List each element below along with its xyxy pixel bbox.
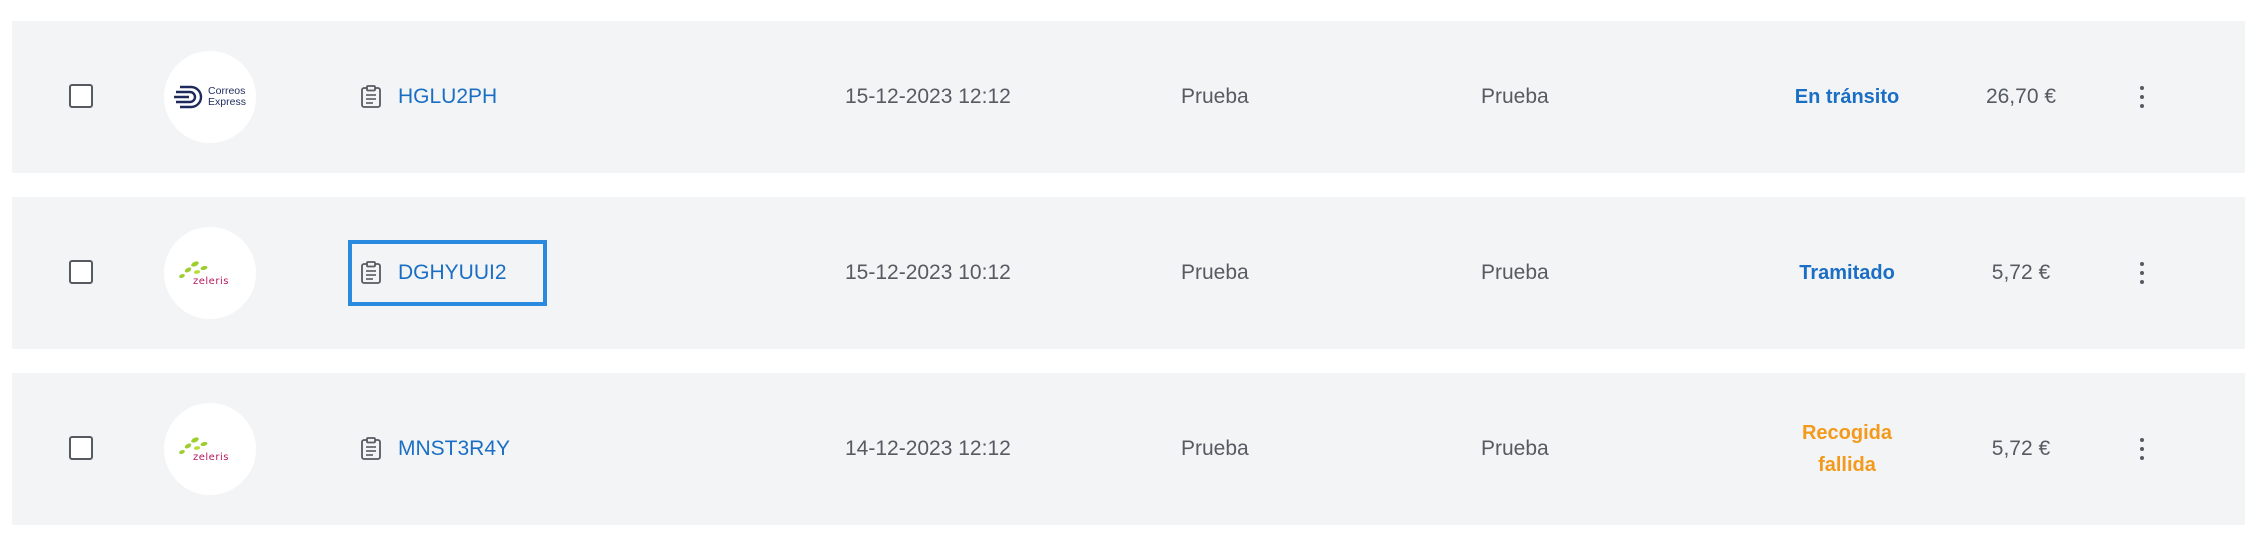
clipboard-icon xyxy=(361,437,381,460)
shipment-origin: Prueba xyxy=(1181,437,1249,460)
status-badge: Tramitado xyxy=(1799,262,1895,284)
correos-express-icon xyxy=(174,85,203,109)
zeleris-logo-icon: zeleris xyxy=(179,437,229,463)
shipment-destination: Prueba xyxy=(1481,261,1549,284)
row-checkbox[interactable] xyxy=(69,84,93,108)
tracking-link[interactable]: MNST3R4Y xyxy=(348,416,547,482)
tracking-link[interactable]: DGHYUUI2 xyxy=(348,240,547,306)
shipment-price: 26,70 € xyxy=(1985,85,2057,108)
carrier-logo-zeleris: zeleris xyxy=(164,227,256,319)
shipment-row: zeleris DGHYUUI2 15-12-2023 10:12 Prueba… xyxy=(12,197,2245,349)
carrier-logo-zeleris: zeleris xyxy=(164,403,256,495)
svg-text:zeleris: zeleris xyxy=(193,452,229,463)
shipment-destination: Prueba xyxy=(1481,437,1549,460)
tracking-link[interactable]: HGLU2PH xyxy=(348,64,547,130)
shipment-price: 5,72 € xyxy=(1991,261,2051,284)
status-badge: Recogida fallida xyxy=(1801,422,1893,476)
row-actions-menu-icon[interactable] xyxy=(2128,253,2156,293)
clipboard-icon xyxy=(361,261,381,284)
shipment-row: Correos Express HGLU2PH 15-12-2023 12:12… xyxy=(12,21,2245,173)
carrier-logo-line: Express xyxy=(208,96,246,108)
shipment-price: 5,72 € xyxy=(1991,437,2051,460)
shipment-destination: Prueba xyxy=(1481,85,1549,108)
row-checkbox[interactable] xyxy=(69,260,93,284)
carrier-logo-correos-express: Correos Express xyxy=(164,51,256,143)
tracking-code[interactable]: DGHYUUI2 xyxy=(398,261,507,285)
shipment-origin: Prueba xyxy=(1181,261,1249,284)
shipment-date: 14-12-2023 12:12 xyxy=(845,437,1011,460)
tracking-code[interactable]: HGLU2PH xyxy=(398,85,497,109)
shipment-origin: Prueba xyxy=(1181,85,1249,108)
shipment-date: 15-12-2023 12:12 xyxy=(845,85,1011,108)
row-actions-menu-icon[interactable] xyxy=(2128,429,2156,469)
row-checkbox[interactable] xyxy=(69,436,93,460)
shipment-date: 15-12-2023 10:12 xyxy=(845,261,1011,284)
svg-text:zeleris: zeleris xyxy=(193,276,229,287)
clipboard-icon xyxy=(361,85,381,108)
shipment-row: zeleris MNST3R4Y 14-12-2023 12:12 Prueba… xyxy=(12,373,2245,525)
zeleris-logo-icon: zeleris xyxy=(179,261,229,287)
status-badge: En tránsito xyxy=(1794,86,1900,108)
row-actions-menu-icon[interactable] xyxy=(2128,77,2156,117)
tracking-code[interactable]: MNST3R4Y xyxy=(398,437,510,461)
